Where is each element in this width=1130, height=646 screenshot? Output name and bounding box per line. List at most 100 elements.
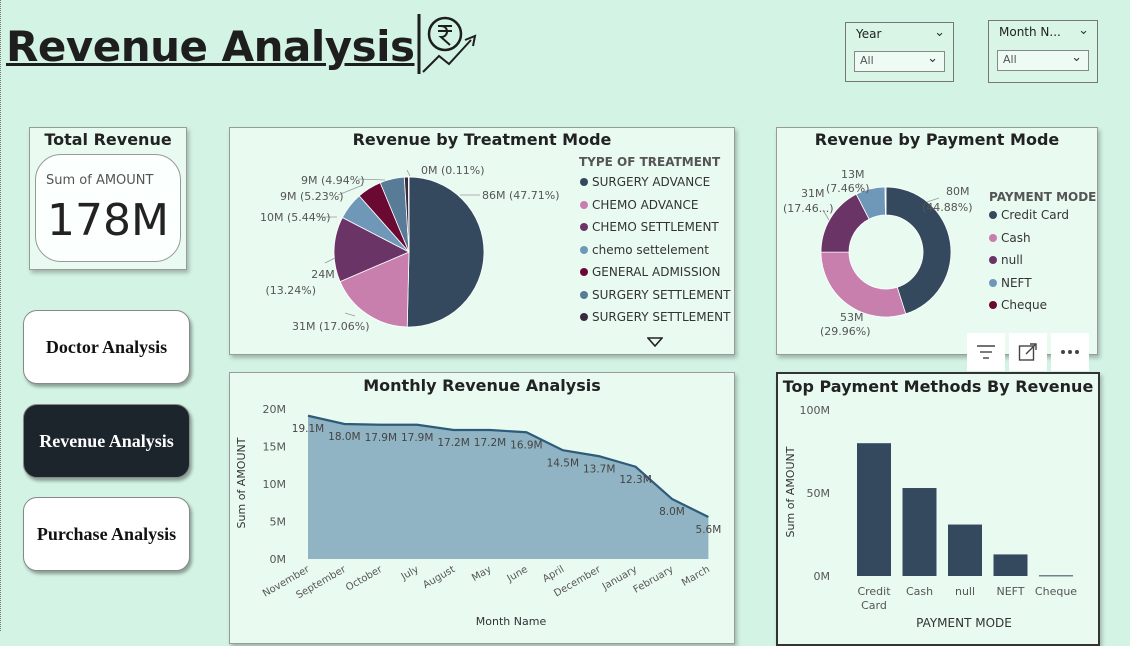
legend-label: CHEMO ADVANCE <box>592 197 699 212</box>
x-tick-label: Credit <box>857 585 891 598</box>
treatment-pie-chart[interactable]: 86M (47.71%) 31M (17.06%) 24M (13.24%) 1… <box>230 128 570 354</box>
y-tick-label: 20M <box>263 403 287 416</box>
treatment-pie-card[interactable]: Revenue by Treatment Mode 86M (47.71%) 3… <box>229 127 735 355</box>
legend-item[interactable]: NEFT <box>989 276 1032 290</box>
data-label: 8.0M <box>659 506 685 518</box>
legend-marker <box>580 245 588 254</box>
x-tick-label: July <box>399 564 421 583</box>
chevron-down-icon[interactable]: ⌄ <box>1078 23 1089 38</box>
doctor-analysis-button[interactable]: Doctor Analysis <box>23 310 190 384</box>
pie-data-label: 24M <box>311 268 335 281</box>
legend-label: SURGERY SETTLEMENT <box>592 310 731 324</box>
legend-item[interactable]: SURGERY SETTLEMENT <box>580 288 731 302</box>
filter-icon[interactable] <box>967 333 1005 371</box>
data-label: 12.3M <box>619 474 651 486</box>
pie-data-label: 31M (17.06%) <box>292 320 370 333</box>
more-options-icon[interactable] <box>1051 333 1089 371</box>
data-label: 19.1M <box>292 423 324 435</box>
legend-marker <box>580 178 588 186</box>
pie-slice-0[interactable] <box>406 176 485 328</box>
legend-item[interactable]: CHEMO SETTLEMENT <box>580 220 719 234</box>
donut-data-label: 53M <box>840 311 864 324</box>
data-label: 17.2M <box>474 437 506 449</box>
bar[interactable] <box>948 524 982 576</box>
x-tick-label: null <box>955 585 975 598</box>
donut-slice-1[interactable] <box>820 251 907 318</box>
y-tick-label: 0M <box>270 553 287 566</box>
legend-item[interactable]: Cash <box>989 231 1031 245</box>
legend-label: chemo settelement <box>592 242 709 257</box>
legend-item[interactable]: GENERAL ADMISSION <box>580 265 721 279</box>
data-label: 14.5M <box>547 457 579 469</box>
revenue-analysis-button[interactable]: Revenue Analysis <box>23 404 190 478</box>
monthly-revenue-card[interactable]: Monthly Revenue Analysis 0M 5M 10M 15M 20M 19… <box>229 372 735 644</box>
kpi-title: Total Revenue <box>44 130 172 149</box>
month-selected-value: All <box>1003 53 1017 66</box>
y-tick-label: 0M <box>814 570 831 583</box>
kpi-value: 178M <box>47 195 169 246</box>
legend-marker <box>580 200 588 209</box>
top-payment-bar-chart[interactable]: 0M 50M 100M CreditCard Cash null NEFT Cheque PAY… <box>778 374 1096 636</box>
legend-label: Cash <box>1001 230 1031 245</box>
treatment-legend-title: TYPE OF TREATMENT <box>579 155 721 169</box>
x-tick-label: Cheque <box>1035 585 1077 598</box>
x-tick-label: June <box>505 564 530 585</box>
donut-data-label: (29.96%) <box>820 325 871 338</box>
month-slicer[interactable]: Month N... ⌄ All ⌄ <box>988 20 1098 83</box>
x-tick-label: October <box>344 564 385 594</box>
donut-data-label: (17.46...) <box>783 202 834 215</box>
donut-data-label: (44.88%) <box>922 201 973 214</box>
legend-scroll-down-icon[interactable] <box>647 337 663 347</box>
legend-item[interactable]: SURGERY SETTLEMENT <box>580 310 731 324</box>
payment-legend-title: PAYMENT MODE <box>989 190 1097 204</box>
y-tick-label: 5M <box>270 516 287 529</box>
kpi-label: Sum of AMOUNT <box>46 173 154 188</box>
purchase-analysis-button[interactable]: Purchase Analysis <box>23 497 190 571</box>
legend-label: null <box>1001 253 1023 267</box>
y-tick-label: 10M <box>263 478 287 491</box>
bar[interactable] <box>1039 575 1073 577</box>
year-slicer[interactable]: Year ⌄ All ⌄ <box>845 22 954 82</box>
rupee-growth-icon <box>417 14 477 74</box>
legend-item[interactable]: Cheque <box>989 298 1047 312</box>
year-slicer-label: Year <box>856 27 882 41</box>
legend-item[interactable]: null <box>989 253 1023 267</box>
y-tick-label: 50M <box>807 487 831 500</box>
legend-marker <box>580 223 588 231</box>
chevron-down-icon: ⌄ <box>1071 50 1082 65</box>
focus-mode-icon[interactable] <box>1009 333 1047 371</box>
pie-data-label: (13.24%) <box>265 284 316 297</box>
legend-item[interactable]: CHEMO ADVANCE <box>580 198 698 212</box>
data-label: 16.9M <box>510 439 542 451</box>
legend-item[interactable]: Credit Card <box>989 208 1069 222</box>
monthly-area-chart[interactable]: 0M 5M 10M 15M 20M 19.1M 18.0M 17.9M 17.9M 17.2M 17… <box>230 373 734 635</box>
legend-item[interactable]: chemo settelement <box>580 243 709 257</box>
payment-donut-chart[interactable]: 80M (44.88%) 53M (29.96%) 31M (17.46...)… <box>777 128 987 354</box>
canvas-edge <box>0 0 1 631</box>
page-title: Revenue Analysis <box>6 22 415 71</box>
bar[interactable] <box>993 554 1028 576</box>
donut-slice-4[interactable] <box>884 186 887 216</box>
bar[interactable] <box>902 488 937 576</box>
chevron-down-icon[interactable]: ⌄ <box>934 25 945 40</box>
pie-data-label: 10M (5.44%) <box>260 211 331 224</box>
legend-marker <box>580 313 588 321</box>
x-tick-label: February <box>632 564 676 596</box>
payment-donut-card[interactable]: Revenue by Payment Mode 80M (44.88%) 53M… <box>776 127 1098 355</box>
month-dropdown[interactable]: All ⌄ <box>997 50 1089 71</box>
legend-label: NEFT <box>1001 275 1032 290</box>
bar[interactable] <box>857 443 891 576</box>
donut-data-label: 31M <box>801 187 825 200</box>
legend-label: GENERAL ADMISSION <box>592 265 721 279</box>
legend-marker <box>580 268 588 276</box>
year-dropdown[interactable]: All ⌄ <box>854 51 945 72</box>
x-tick-label: Card <box>861 599 887 612</box>
data-label: 17.2M <box>437 437 469 449</box>
donut-data-label: (7.46%) <box>826 182 870 195</box>
x-tick-label: Cash <box>906 585 933 598</box>
legend-item[interactable]: SURGERY ADVANCE <box>580 175 710 189</box>
y-axis-title: Sum of AMOUNT <box>235 437 248 528</box>
donut-data-label: 13M <box>841 168 865 181</box>
pie-slice-7[interactable] <box>408 176 410 253</box>
top-payment-card[interactable]: Top Payment Methods By Revenue 0M 50M 100M… <box>776 372 1100 646</box>
